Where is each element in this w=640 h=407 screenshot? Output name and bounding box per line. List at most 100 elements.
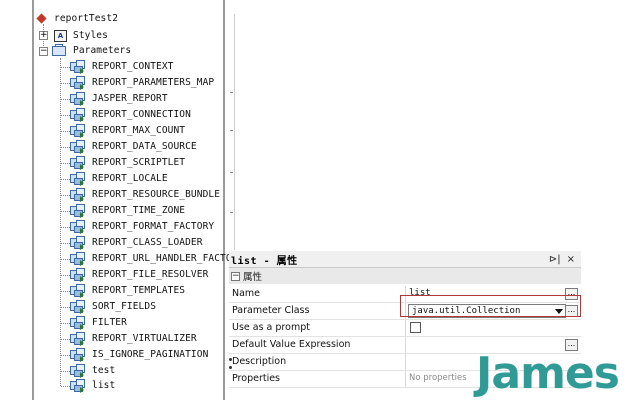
tree-connector <box>61 67 70 68</box>
tree-connector <box>61 243 70 244</box>
tree-connector <box>61 323 70 324</box>
tree-left-border <box>32 0 34 400</box>
tree-parameter-item[interactable]: REPORT_VIRTUALIZER <box>70 331 197 346</box>
tree-parameter-item[interactable]: test <box>70 363 115 378</box>
ruler-tick <box>230 92 233 93</box>
parameter-icon <box>70 107 86 122</box>
tree-parameter-item[interactable]: REPORT_DATA_SOURCE <box>70 139 197 154</box>
parameter-icon <box>70 283 86 298</box>
tree-parameter-item[interactable]: REPORT_LOCALE <box>70 171 168 186</box>
parameter-label: IS_IGNORE_PAGINATION <box>92 349 209 360</box>
parameter-label: JASPER_REPORT <box>92 93 168 104</box>
parameter-icon <box>70 139 86 154</box>
collapse-section-icon[interactable]: − <box>231 271 240 281</box>
tree-parameter-item[interactable]: REPORT_PARAMETERS_MAP <box>70 75 214 90</box>
tree-connector <box>61 275 70 276</box>
tree-parameter-item[interactable]: REPORT_RESOURCE_BUNDLE <box>70 187 220 202</box>
tree-connector <box>61 259 70 260</box>
tree-connector <box>61 291 70 292</box>
property-row-use-as-prompt: Use as a prompt <box>229 320 581 337</box>
tree-connector <box>61 307 70 308</box>
property-key: Name <box>232 288 261 299</box>
tree-parameter-item[interactable]: REPORT_URL_HANDLER_FACTOR <box>70 251 238 266</box>
tree-connector <box>61 355 70 356</box>
tree-parameter-item[interactable]: REPORT_CONTEXT <box>70 59 173 74</box>
parameter-icon <box>70 331 86 346</box>
pin-icon[interactable]: ⊳| <box>549 254 561 265</box>
tree-parameter-item[interactable]: REPORT_FILE_RESOLVER <box>70 267 208 282</box>
use-as-prompt-checkbox[interactable] <box>410 322 421 333</box>
parameter-label: REPORT_TEMPLATES <box>92 285 186 296</box>
parameter-label: REPORT_CONNECTION <box>92 109 191 120</box>
tree-connector <box>61 131 70 132</box>
canvas-ruler <box>234 14 235 250</box>
parameter-class-highlight-box <box>400 295 581 317</box>
parameter-label: REPORT_CLASS_LOADER <box>92 237 203 248</box>
properties-title: list - 属性 <box>231 255 298 267</box>
parameter-label: REPORT_PARAMETERS_MAP <box>92 77 215 88</box>
property-key: Parameter Class <box>232 305 310 316</box>
properties-section-header[interactable]: − 属性 <box>229 268 581 284</box>
report-icon <box>36 13 48 25</box>
properties-titlebar: list - 属性 ⊳| × <box>229 251 581 268</box>
tree-node-styles[interactable]: A Styles <box>54 28 108 43</box>
tree-node-label: reportTest2 <box>54 13 119 24</box>
parameter-label: REPORT_MAX_COUNT <box>92 125 186 136</box>
parameter-icon <box>70 75 86 90</box>
tree-parameter-item[interactable]: list <box>70 378 115 393</box>
tree-parameter-item[interactable]: REPORT_TEMPLATES <box>70 283 185 298</box>
parameter-icon <box>70 315 86 330</box>
tree-parameter-item[interactable]: REPORT_SCRIPTLET <box>70 155 185 170</box>
tree-parameter-item[interactable]: REPORT_MAX_COUNT <box>70 123 185 138</box>
tree-connector <box>61 211 70 212</box>
parameter-label: REPORT_RESOURCE_BUNDLE <box>92 189 221 200</box>
tree-connector <box>61 195 70 196</box>
property-key: Description <box>232 356 287 367</box>
parameter-icon <box>70 91 86 106</box>
collapse-parameters-toggle[interactable]: − <box>39 47 48 56</box>
parameter-icon <box>70 363 86 378</box>
parameter-icon <box>70 299 86 314</box>
parameter-icon <box>70 347 86 362</box>
parameter-icon <box>70 123 86 138</box>
tree-parameter-item[interactable]: REPORT_FORMAT_FACTORY <box>70 219 214 234</box>
tree-parameter-item[interactable]: REPORT_CLASS_LOADER <box>70 235 203 250</box>
tree-parameter-item[interactable]: REPORT_TIME_ZONE <box>70 203 185 218</box>
parameter-icon <box>70 378 86 393</box>
row-marker <box>229 358 232 361</box>
tree-node-label: Parameters <box>73 45 132 56</box>
parameter-icon <box>70 155 86 170</box>
tree-connector <box>61 163 70 164</box>
parameter-label: test <box>92 365 116 376</box>
parameter-label: REPORT_LOCALE <box>92 173 168 184</box>
logo-wordmark: James <box>476 348 620 399</box>
tree-connector <box>61 371 70 372</box>
tree-connector <box>61 227 70 228</box>
parameter-label: FILTER <box>92 317 127 328</box>
tree-connector <box>61 339 70 340</box>
tree-parameter-item[interactable]: FILTER <box>70 315 127 330</box>
ruler-tick <box>230 130 233 131</box>
tree-connector <box>61 179 70 180</box>
tree-parameter-item[interactable]: JASPER_REPORT <box>70 91 168 106</box>
parameter-icon <box>70 235 86 250</box>
parameter-icon <box>70 219 86 234</box>
expand-styles-toggle[interactable]: + <box>39 31 48 40</box>
property-key: Properties <box>232 373 281 384</box>
tree-parameter-item[interactable]: IS_IGNORE_PAGINATION <box>70 347 208 362</box>
design-canvas[interactable] <box>226 0 640 250</box>
tree-connector <box>60 58 61 386</box>
close-icon[interactable]: × <box>567 254 575 265</box>
tree-parameter-item[interactable]: REPORT_CONNECTION <box>70 107 191 122</box>
parameter-icon <box>70 59 86 74</box>
parameter-icon <box>70 171 86 186</box>
parameter-label: SORT_FIELDS <box>92 301 157 312</box>
tree-node-parameters[interactable]: Parameters <box>52 43 131 58</box>
parameter-icon <box>70 267 86 282</box>
parameter-label: REPORT_TIME_ZONE <box>92 205 186 216</box>
tree-parameter-item[interactable]: SORT_FIELDS <box>70 299 156 314</box>
report-inspector-tree: reportTest2 + A Styles − Parameters REPO… <box>0 0 237 407</box>
tree-node-root[interactable]: reportTest2 <box>36 11 118 26</box>
tree-connector <box>61 99 70 100</box>
parameter-label: REPORT_FILE_RESOLVER <box>92 269 209 280</box>
